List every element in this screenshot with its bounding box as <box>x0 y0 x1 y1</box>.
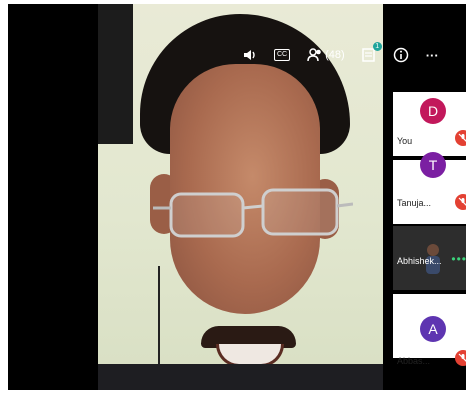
info-button[interactable] <box>393 47 409 63</box>
participants-button[interactable]: (48) <box>307 48 345 62</box>
chat-icon <box>361 48 375 62</box>
participant-name: You <box>397 136 413 146</box>
info-icon <box>393 47 408 63</box>
participant-tile-tanuja[interactable]: T Tanuja... <box>393 152 466 224</box>
people-icon <box>307 48 321 62</box>
participants-strip: D You T Tanuja... Abhishek... ••• A Abba… <box>393 92 466 386</box>
speaker-glasses <box>153 188 353 238</box>
captions-button[interactable]: CC <box>274 49 291 61</box>
video-background-shadow <box>98 4 133 144</box>
participant-tile-abhishek[interactable]: Abhishek... ••• <box>393 226 466 290</box>
meeting-toolbar: CC (48) 1 ··· <box>243 42 456 66</box>
avatar: T <box>420 152 446 178</box>
volume-icon <box>244 50 255 60</box>
volume-button[interactable] <box>243 48 257 62</box>
avatar: A <box>420 316 446 342</box>
participant-name: Abbas... <box>397 356 431 366</box>
more-icon: ··· <box>425 47 439 63</box>
participant-name: Tanuja... <box>397 198 432 208</box>
chat-button[interactable]: 1 <box>361 42 382 62</box>
participant-tile-abbas[interactable]: A Abbas... <box>393 294 466 366</box>
mic-muted-icon <box>455 130 466 146</box>
meeting-screen: CC (48) 1 ··· D You T Tanuja... Abhishek… <box>8 4 466 390</box>
mic-muted-icon <box>455 350 466 366</box>
participant-tile-you[interactable]: D You <box>393 92 466 156</box>
participants-count: (48) <box>325 49 345 61</box>
chat-badge: 1 <box>372 42 382 51</box>
speaking-indicator-icon: ••• <box>451 252 466 266</box>
speaker-shoulder <box>98 364 383 390</box>
avatar: D <box>420 98 446 124</box>
participant-name: Abhishek... <box>397 256 442 266</box>
captions-icon: CC <box>274 49 291 61</box>
mic-muted-icon <box>455 194 466 210</box>
more-options-button[interactable]: ··· <box>426 48 439 63</box>
